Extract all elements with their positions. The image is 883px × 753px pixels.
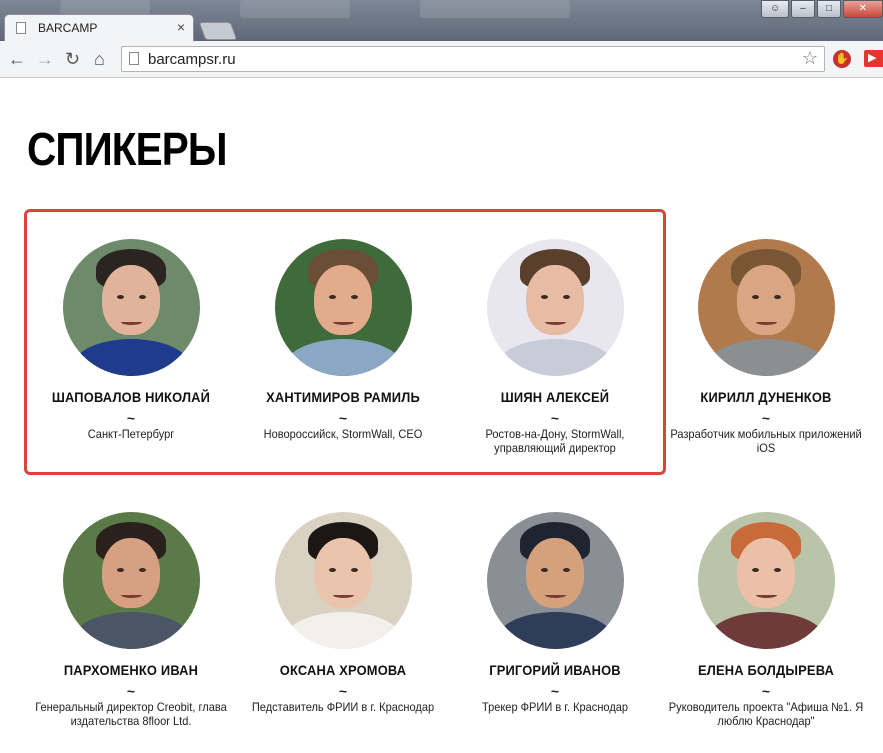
tilde-separator: ~: [126, 410, 136, 426]
speaker-name: ГРИГОРИЙ ИВАНОВ: [489, 662, 621, 678]
browser-titlebar: BARCAMP × ☺ – □ ✕: [0, 0, 883, 42]
url-text[interactable]: barcampsr.ru: [148, 51, 236, 68]
speaker-photo: [274, 512, 412, 649]
page-icon: [129, 52, 139, 65]
speaker-photo: [486, 239, 624, 376]
photo-eye: [540, 295, 548, 299]
tilde-separator: ~: [761, 683, 771, 699]
speaker-photo: [62, 512, 200, 649]
photo-mouth: [755, 592, 777, 598]
speaker-card[interactable]: КИРИЛЛ ДУНЕНКОВ ~ Разработчик мобильных пр…: [660, 239, 872, 455]
window-controls: ☺ – □ ✕: [761, 0, 883, 18]
speaker-description: Санкт-Петербург: [87, 427, 175, 441]
minimize-button[interactable]: –: [791, 0, 815, 18]
speaker-card[interactable]: ОКСАНА ХРОМОВА ~ Педставитель ФРИИ в г. Кр…: [237, 512, 449, 714]
speaker-description: Руководитель проекта "Афиша №1. Я люблю …: [668, 700, 864, 728]
photo-eye: [540, 568, 548, 572]
photo-eye: [751, 568, 759, 572]
speaker-description: Разработчик мобильных приложений iOS: [670, 427, 862, 455]
background-blur: [420, 0, 570, 18]
tab-close-icon[interactable]: ×: [177, 19, 185, 35]
speaker-description: Ростов-на-Дону, StormWall, управляющий д…: [485, 427, 625, 455]
browser-tab[interactable]: BARCAMP ×: [4, 14, 194, 42]
speaker-photo: [697, 239, 835, 376]
photo-body: [705, 339, 827, 376]
photo-mouth: [544, 592, 566, 598]
speaker-description: Новороссийск, StormWall, CEO: [263, 427, 423, 441]
home-icon[interactable]: ⌂: [94, 49, 105, 69]
speaker-card[interactable]: ПАРХОМЕНКО ИВАН ~ Генеральный директор Cre…: [25, 512, 237, 728]
speaker-name: ЕЛЕНА БОЛДЫРЕВА: [697, 662, 835, 678]
photo-mouth: [332, 592, 354, 598]
photo-body: [494, 339, 616, 376]
photo-body: [494, 612, 616, 649]
photo-eye: [328, 295, 336, 299]
extension-icon[interactable]: ▶: [864, 50, 883, 67]
speaker-name: КИРИЛЛ ДУНЕНКОВ: [700, 389, 832, 405]
speaker-card[interactable]: ШИЯН АЛЕКСЕЙ ~ Ростов-на-Дону, StormWall, …: [449, 239, 661, 455]
photo-eye: [328, 568, 336, 572]
photo-eye: [562, 568, 570, 572]
tilde-separator: ~: [761, 410, 771, 426]
forward-arrow-icon[interactable]: →: [36, 49, 54, 69]
tilde-separator: ~: [550, 683, 560, 699]
page-title: СПИКЕРЫ: [27, 123, 227, 175]
speaker-photo: [486, 512, 624, 649]
speaker-description: Трекер ФРИИ в г. Краснодар: [481, 700, 629, 714]
background-blur: [240, 0, 350, 18]
photo-eye: [751, 295, 759, 299]
photo-mouth: [544, 319, 566, 325]
adblock-icon[interactable]: ✋: [833, 50, 851, 68]
photo-body: [282, 339, 404, 376]
speaker-name: ШИЯН АЛЕКСЕЙ: [500, 389, 610, 405]
speaker-photo: [697, 512, 835, 649]
photo-mouth: [120, 592, 142, 598]
photo-eye: [562, 295, 570, 299]
speaker-description: Генеральный директор Creobit, глава изда…: [35, 700, 227, 728]
photo-mouth: [755, 319, 777, 325]
tab-title: BARCAMP: [38, 21, 98, 35]
photo-eye: [350, 568, 358, 572]
tilde-separator: ~: [126, 683, 136, 699]
page-icon: [16, 22, 26, 34]
speaker-photo: [62, 239, 200, 376]
photo-mouth: [332, 319, 354, 325]
photo-mouth: [120, 319, 142, 325]
speaker-name: ХАНТИМИРОВ РАМИЛЬ: [266, 389, 420, 405]
speaker-name: ОКСАНА ХРОМОВА: [279, 662, 407, 678]
photo-body: [70, 339, 192, 376]
speaker-card[interactable]: ЕЛЕНА БОЛДЫРЕВА ~ Руководитель проекта "Аф…: [660, 512, 872, 728]
photo-eye: [773, 568, 781, 572]
reload-icon[interactable]: ↻: [65, 49, 80, 69]
tilde-separator: ~: [338, 410, 348, 426]
bookmark-star-icon[interactable]: ☆: [802, 48, 818, 69]
speaker-card[interactable]: ШАПОВАЛОВ НИКОЛАЙ ~ Санкт-Петербург: [25, 239, 237, 441]
tilde-separator: ~: [338, 683, 348, 699]
new-tab-button[interactable]: [198, 22, 238, 40]
speaker-card[interactable]: ГРИГОРИЙ ИВАНОВ ~ Трекер ФРИИ в г. Краснод…: [449, 512, 661, 714]
photo-body: [282, 612, 404, 649]
address-bar[interactable]: barcampsr.ru ☆: [121, 46, 825, 72]
browser-toolbar: ← → ↻ ⌂ barcampsr.ru ☆ ✋ ▶: [0, 41, 883, 78]
window-close-button[interactable]: ✕: [843, 0, 883, 18]
speaker-name: ПАРХОМЕНКО ИВАН: [63, 662, 199, 678]
photo-body: [70, 612, 192, 649]
photo-eye: [138, 568, 146, 572]
photo-eye: [116, 568, 124, 572]
maximize-button[interactable]: □: [817, 0, 841, 18]
photo-eye: [773, 295, 781, 299]
photo-eye: [116, 295, 124, 299]
user-icon[interactable]: ☺: [761, 0, 789, 18]
photo-body: [705, 612, 827, 649]
speaker-photo: [274, 239, 412, 376]
speaker-description: Педставитель ФРИИ в г. Краснодар: [251, 700, 435, 714]
tilde-separator: ~: [550, 410, 560, 426]
back-arrow-icon[interactable]: ←: [8, 49, 26, 69]
photo-eye: [138, 295, 146, 299]
speaker-card[interactable]: ХАНТИМИРОВ РАМИЛЬ ~ Новороссийск, StormWal…: [237, 239, 449, 441]
speaker-name: ШАПОВАЛОВ НИКОЛАЙ: [51, 389, 211, 405]
photo-eye: [350, 295, 358, 299]
